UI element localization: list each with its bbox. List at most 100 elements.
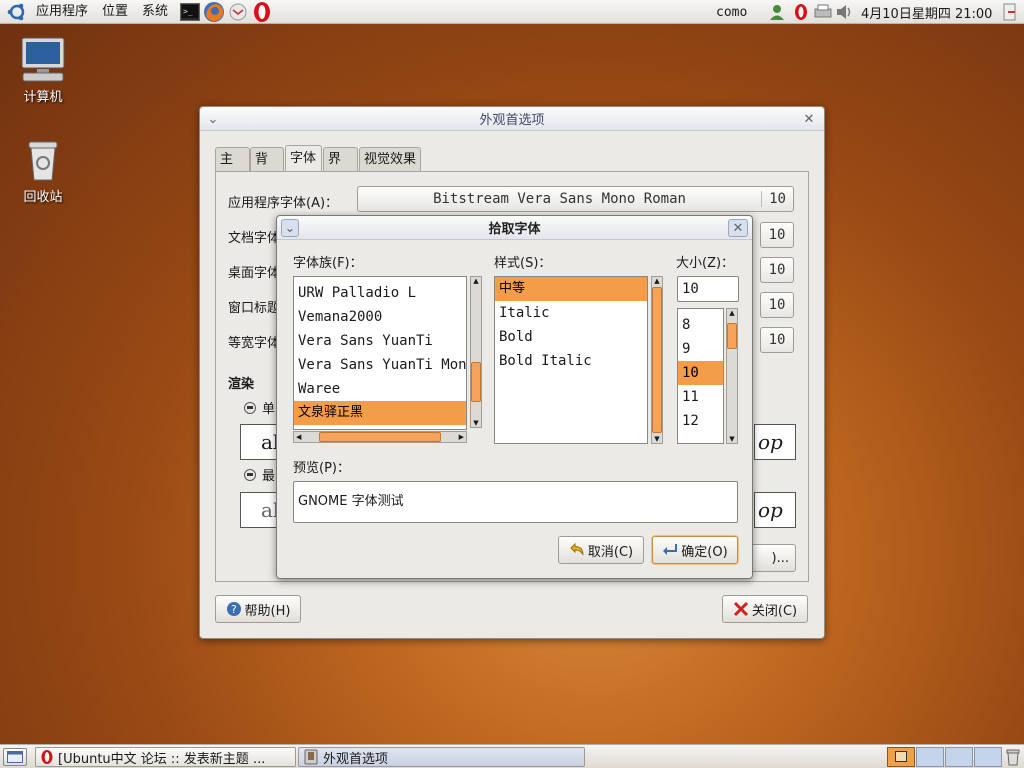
style-item[interactable]: Bold Italic xyxy=(495,349,647,373)
scroll-thumb[interactable] xyxy=(727,323,737,349)
volume-icon[interactable] xyxy=(835,0,855,24)
sample-text: op xyxy=(758,430,783,454)
desktop-icon-computer[interactable]: 计算机 xyxy=(8,36,78,105)
window-menu-icon[interactable]: ⌄ xyxy=(204,110,222,128)
style-vscrollbar[interactable]: ▲ ▼ xyxy=(651,276,663,444)
help-button[interactable]: ? 帮助(H) xyxy=(215,595,301,623)
clock[interactable]: 4月10日星期四 21:00 xyxy=(861,0,992,24)
trash-applet[interactable] xyxy=(1004,747,1021,767)
size-item[interactable]: 9 xyxy=(678,337,723,361)
help-label: 帮助(H) xyxy=(244,603,291,619)
workspace-2[interactable] xyxy=(916,747,944,767)
help-icon: ? xyxy=(226,602,241,616)
appearance-titlebar[interactable]: ⌄ 外观首选项 ✕ xyxy=(200,107,824,131)
workspace-1[interactable] xyxy=(887,747,915,767)
menu-applications[interactable]: 应用程序 xyxy=(29,0,95,24)
tab-visual-effects[interactable]: 视觉效果 xyxy=(359,147,421,171)
doc-font-button[interactable]: 10 xyxy=(760,222,794,248)
scroll-down-icon[interactable]: ▼ xyxy=(654,435,659,443)
rendering-sample-subpixel-2[interactable]: op xyxy=(754,492,796,528)
close-button[interactable]: 关闭(C) xyxy=(722,595,808,623)
scroll-thumb[interactable] xyxy=(319,432,441,442)
family-list[interactable]: URW Palladio L Vemana2000 Vera Sans Yuan… xyxy=(293,276,467,430)
rendering-option-mono[interactable]: 单 xyxy=(244,398,275,417)
rendering-sample-subpixel[interactable]: op xyxy=(754,424,796,460)
tab-background[interactable]: 背景 xyxy=(250,147,284,190)
scroll-right-icon[interactable]: ▶ xyxy=(457,433,466,441)
workspace-4[interactable] xyxy=(974,747,1002,767)
menu-system[interactable]: 系统 xyxy=(135,0,175,24)
style-item[interactable]: Italic xyxy=(495,301,647,325)
rendering-sample-best[interactable]: ab xyxy=(240,492,286,528)
menu-places[interactable]: 位置 xyxy=(95,0,135,24)
size-vscrollbar[interactable]: ▲ ▼ xyxy=(726,308,738,444)
taskbar-item-appearance[interactable]: 外观首选项 xyxy=(298,747,585,767)
family-item[interactable]: URW Palladio L xyxy=(294,281,466,305)
size-input[interactable]: 10 xyxy=(677,276,739,302)
size-item-selected[interactable]: 10 xyxy=(678,361,723,385)
tab-interface[interactable]: 界面 xyxy=(323,147,358,190)
close-icon[interactable]: ✕ xyxy=(800,110,818,128)
size-item[interactable]: 8 xyxy=(678,313,723,337)
ubuntu-logo-icon[interactable] xyxy=(6,1,28,23)
ok-button[interactable]: 确定(O) xyxy=(652,536,738,564)
family-item[interactable]: Vemana2000 xyxy=(294,305,466,329)
window-menu-icon[interactable]: ⌄ xyxy=(281,219,299,237)
firefox-icon[interactable] xyxy=(203,1,225,23)
scroll-thumb[interactable] xyxy=(471,362,481,402)
terminal-icon[interactable]: >_ xyxy=(179,1,201,23)
window-title-font-button[interactable]: 10 xyxy=(760,292,794,318)
rendering-option-best[interactable]: 最 xyxy=(244,465,275,484)
printer-icon[interactable] xyxy=(814,0,832,24)
tab-bar: 主题 背景 字体 界面 视觉效果 xyxy=(215,145,425,190)
preview-field[interactable]: GNOME 字体测试 xyxy=(293,481,738,523)
tab-fonts[interactable]: 字体 xyxy=(285,145,322,171)
user-name[interactable]: como xyxy=(716,0,747,24)
desktop-icon-trash[interactable]: 回收站 xyxy=(8,138,78,205)
close-icon[interactable]: ✕ xyxy=(728,219,748,237)
mono-font-button[interactable]: 10 xyxy=(760,327,794,353)
cancel-button[interactable]: 取消(C) xyxy=(558,536,644,564)
scroll-up-icon[interactable]: ▲ xyxy=(654,277,659,285)
opera-icon[interactable] xyxy=(251,1,273,23)
mono-font-label: 等宽字体 xyxy=(228,336,281,351)
size-item[interactable]: 11 xyxy=(678,385,723,409)
rendering-sample-mono[interactable]: ab xyxy=(240,424,286,460)
family-item[interactable]: Vera Sans YuanTi xyxy=(294,329,466,353)
family-vscrollbar[interactable]: ▲ ▼ xyxy=(470,276,482,428)
app-font-button[interactable]: Bitstream Vera Sans Mono Roman 10 xyxy=(357,186,794,212)
scroll-up-icon[interactable]: ▲ xyxy=(473,277,478,285)
scroll-down-icon[interactable]: ▼ xyxy=(473,419,478,427)
desktop-font-button[interactable]: 10 xyxy=(760,257,794,283)
rendering-option-label: 最 xyxy=(262,469,276,484)
taskbar-item-browser[interactable]: [Ubuntu中文 论坛 :: 发表新主题 ... xyxy=(35,747,296,767)
sample-text: op xyxy=(758,498,783,522)
family-item-selected[interactable]: 文泉驿正黑 xyxy=(294,401,466,425)
size-label: 大小(Z)： xyxy=(676,256,735,271)
tab-theme[interactable]: 主题 xyxy=(215,147,250,190)
family-item[interactable]: Vera Sans YuanTi Mono xyxy=(294,353,466,377)
font-picker-titlebar[interactable]: ⌄ 拾取字体 ✕ xyxy=(277,216,752,240)
opera-tray-icon[interactable] xyxy=(793,0,809,24)
show-desktop-button[interactable] xyxy=(3,748,27,766)
scroll-left-icon[interactable]: ◀ xyxy=(294,433,303,441)
mail-icon[interactable] xyxy=(227,1,249,23)
close-label: 关闭(C) xyxy=(751,603,798,619)
scroll-down-icon[interactable]: ▼ xyxy=(729,435,734,443)
desktop-font-size: 10 xyxy=(768,262,786,278)
user-switcher-icon[interactable] xyxy=(768,0,786,24)
style-item[interactable]: Bold xyxy=(495,325,647,349)
scroll-thumb[interactable] xyxy=(652,287,662,433)
workspace-3[interactable] xyxy=(945,747,973,767)
details-button[interactable]: )... xyxy=(746,544,796,572)
window-title: 外观首选项 xyxy=(479,113,545,128)
style-item-selected[interactable]: 中等 xyxy=(495,277,647,301)
style-list[interactable]: 中等 Italic Bold Bold Italic xyxy=(494,276,648,444)
family-item[interactable]: Waree xyxy=(294,377,466,401)
size-item[interactable]: 12 xyxy=(678,409,723,433)
size-list[interactable]: 8 9 10 11 12 xyxy=(677,308,724,444)
logout-icon[interactable] xyxy=(1003,0,1017,24)
family-hscrollbar[interactable]: ◀ ▶ xyxy=(293,431,467,443)
ok-label: 确定(O) xyxy=(681,544,728,560)
scroll-up-icon[interactable]: ▲ xyxy=(729,309,734,317)
